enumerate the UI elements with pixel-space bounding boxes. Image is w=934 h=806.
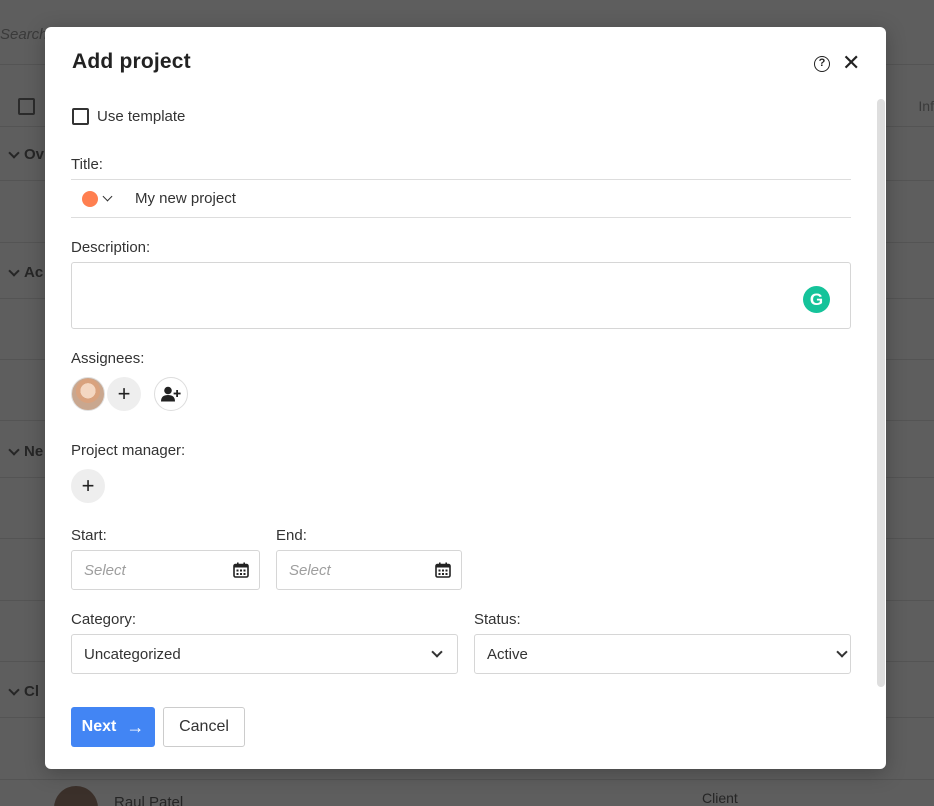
background-person-role: Client: [702, 790, 738, 806]
category-select[interactable]: Uncategorized: [71, 634, 458, 674]
description-textarea[interactable]: G: [71, 262, 851, 329]
status-value: Active: [487, 645, 528, 663]
title-field: [71, 179, 851, 218]
use-template-label: Use template: [97, 108, 186, 125]
description-label: Description:: [71, 239, 151, 256]
background-group-2: Ac: [8, 264, 44, 281]
background-group-label: Cl: [24, 683, 39, 700]
chevron-down-icon: [102, 191, 113, 202]
background-group-label: Ov: [24, 146, 45, 163]
background-divider: [0, 779, 934, 780]
cancel-button[interactable]: Cancel: [163, 707, 245, 747]
project-manager-label: Project manager:: [71, 442, 186, 459]
background-search-placeholder: Search: [0, 26, 48, 43]
status-select[interactable]: Active: [474, 634, 851, 674]
end-label: End:: [276, 527, 307, 544]
avatar: [54, 786, 98, 806]
assignees-list: +: [71, 377, 188, 411]
title-label: Title:: [71, 156, 103, 173]
project-color-picker[interactable]: [71, 190, 113, 207]
add-user-icon: [161, 386, 181, 402]
chevron-down-icon: [8, 683, 20, 696]
background-person-name: Raul Patel: [114, 793, 184, 806]
background-group-3: Ne: [8, 443, 44, 460]
background-group-label: Ac: [24, 264, 44, 281]
grammarly-icon[interactable]: G: [803, 286, 830, 313]
assignees-label: Assignees:: [71, 350, 145, 367]
use-template-option[interactable]: Use template: [72, 108, 185, 125]
category-value: Uncategorized: [84, 645, 181, 663]
close-icon[interactable]: ✕: [842, 52, 860, 74]
status-label: Status:: [474, 611, 521, 628]
chevron-down-icon: [8, 443, 20, 456]
add-project-dialog: Add project ? ✕ Use template Title: Desc…: [45, 27, 886, 769]
chevron-down-icon: [836, 645, 848, 658]
background-info-header: Inf: [918, 98, 934, 114]
start-label: Start:: [71, 527, 107, 544]
add-project-manager-button[interactable]: +: [71, 469, 105, 503]
calendar-icon[interactable]: [435, 562, 451, 578]
use-template-checkbox[interactable]: [72, 108, 89, 125]
title-input[interactable]: [135, 190, 735, 207]
category-label: Category:: [71, 611, 137, 628]
start-date-picker[interactable]: Select: [71, 550, 260, 590]
next-button-label: Next: [81, 718, 117, 735]
help-icon[interactable]: ?: [814, 56, 830, 72]
chevron-down-icon: [431, 645, 443, 658]
start-date-placeholder: Select: [84, 561, 126, 579]
background-group-label: Ne: [24, 443, 44, 460]
end-date-picker[interactable]: Select: [276, 550, 462, 590]
calendar-icon[interactable]: [233, 562, 249, 578]
background-person-row: Raul Patel: [54, 786, 183, 806]
background-select-all-checkbox: [18, 98, 35, 115]
dialog-title: Add project: [72, 50, 191, 73]
assignee-avatar[interactable]: [71, 377, 105, 411]
background-group-1: Ov: [8, 146, 45, 163]
arrow-right-icon: →: [126, 716, 145, 737]
invite-user-button[interactable]: [154, 377, 188, 411]
background-group-4: Cl: [8, 683, 39, 700]
chevron-down-icon: [8, 146, 20, 159]
add-assignee-button[interactable]: +: [107, 377, 141, 411]
scrollbar[interactable]: [877, 99, 885, 687]
chevron-down-icon: [8, 264, 20, 277]
color-swatch-icon: [82, 190, 98, 207]
next-button[interactable]: Next →: [71, 707, 155, 747]
end-date-placeholder: Select: [289, 561, 331, 579]
